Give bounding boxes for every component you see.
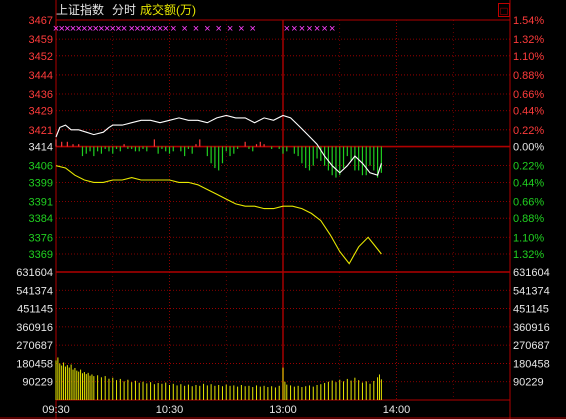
- signal-marker: ×: [121, 23, 127, 35]
- percent-tick-label: 1.32%: [513, 249, 544, 261]
- volume-tick-label: 631604: [16, 267, 53, 279]
- volume-tick-label: 360916: [513, 322, 550, 334]
- percent-tick-label: 1.32%: [513, 34, 544, 46]
- time-tick-label: 10:30: [156, 404, 184, 416]
- price-tick-label: 3436: [29, 89, 53, 101]
- signal-marker: ×: [291, 23, 297, 35]
- percent-tick-label: 1.10%: [513, 51, 544, 63]
- price-tick-label: 3391: [29, 196, 53, 208]
- price-tick-label: 3399: [29, 177, 53, 189]
- price-tick-label: 3406: [29, 161, 53, 173]
- percent-tick-label: 0.00%: [513, 142, 544, 154]
- intraday-chart: 3467 1.54% 3459 1.32% 3452 1.10% 3444 0.88% 3436…: [0, 0, 566, 419]
- price-tick-label: 3459: [29, 34, 53, 46]
- volume-tick-label: 180458: [513, 358, 550, 370]
- average-price-line: [55, 165, 382, 265]
- price-tick-label: 3467: [29, 15, 53, 27]
- price-tick-label: 3376: [29, 232, 53, 244]
- volume-tick-label: 90229: [22, 377, 53, 389]
- time-tick-label: 14:00: [383, 404, 411, 416]
- percent-tick-label: 0.22%: [513, 161, 544, 173]
- volume-tick-label: 631604: [513, 267, 550, 279]
- price-tick-label: 3452: [29, 51, 53, 63]
- signal-marker: ×: [238, 23, 244, 35]
- volume-tick-label: 270687: [513, 340, 550, 352]
- signal-marker: ×: [181, 23, 187, 35]
- percent-tick-label: 1.54%: [513, 15, 544, 27]
- signal-marker: ×: [299, 23, 305, 35]
- percent-tick-label: 0.44%: [513, 177, 544, 189]
- signal-marker: ×: [321, 23, 327, 35]
- price-tick-label: 3369: [29, 249, 53, 261]
- volume-tick-label: 270687: [16, 340, 53, 352]
- price-tick-label: 3414: [29, 142, 53, 154]
- signal-marker: ×: [306, 23, 312, 35]
- percent-tick-label: 0.22%: [513, 125, 544, 137]
- signal-marker: ×: [204, 23, 210, 35]
- percent-tick-label: 0.44%: [513, 106, 544, 118]
- price-tick-label: 3444: [29, 70, 53, 82]
- price-tick-label: 3384: [29, 213, 53, 225]
- signal-marker: ×: [250, 23, 256, 35]
- signal-marker: ×: [284, 23, 290, 35]
- signal-marker: ×: [162, 23, 168, 35]
- percent-tick-label: 0.88%: [513, 213, 544, 225]
- volume-tick-label: 541374: [16, 285, 53, 297]
- signal-marker: ×: [215, 23, 221, 35]
- signal-marker: ×: [193, 23, 199, 35]
- price-tick-label: 3421: [29, 125, 53, 137]
- volume-tick-label: 451145: [513, 304, 549, 316]
- volume-tick-label: 541374: [513, 285, 550, 297]
- volume-tick-label: 90229: [513, 377, 544, 389]
- volume-tick-label: 360916: [16, 322, 53, 334]
- percent-tick-label: 1.10%: [513, 232, 544, 244]
- volume-tick-label: 180458: [16, 358, 53, 370]
- signal-marker: ×: [329, 23, 335, 35]
- time-tick-label: 13:00: [269, 404, 297, 416]
- signal-marker: ×: [227, 23, 233, 35]
- signal-marker: ×: [170, 23, 176, 35]
- signal-marker: ×: [314, 23, 320, 35]
- percent-tick-label: 0.66%: [513, 196, 544, 208]
- percent-tick-label: 0.88%: [513, 70, 544, 82]
- percent-tick-label: 0.66%: [513, 89, 544, 101]
- price-tick-label: 3429: [29, 106, 53, 118]
- time-tick-label: 09:30: [42, 404, 70, 416]
- volume-tick-label: 451145: [17, 304, 53, 316]
